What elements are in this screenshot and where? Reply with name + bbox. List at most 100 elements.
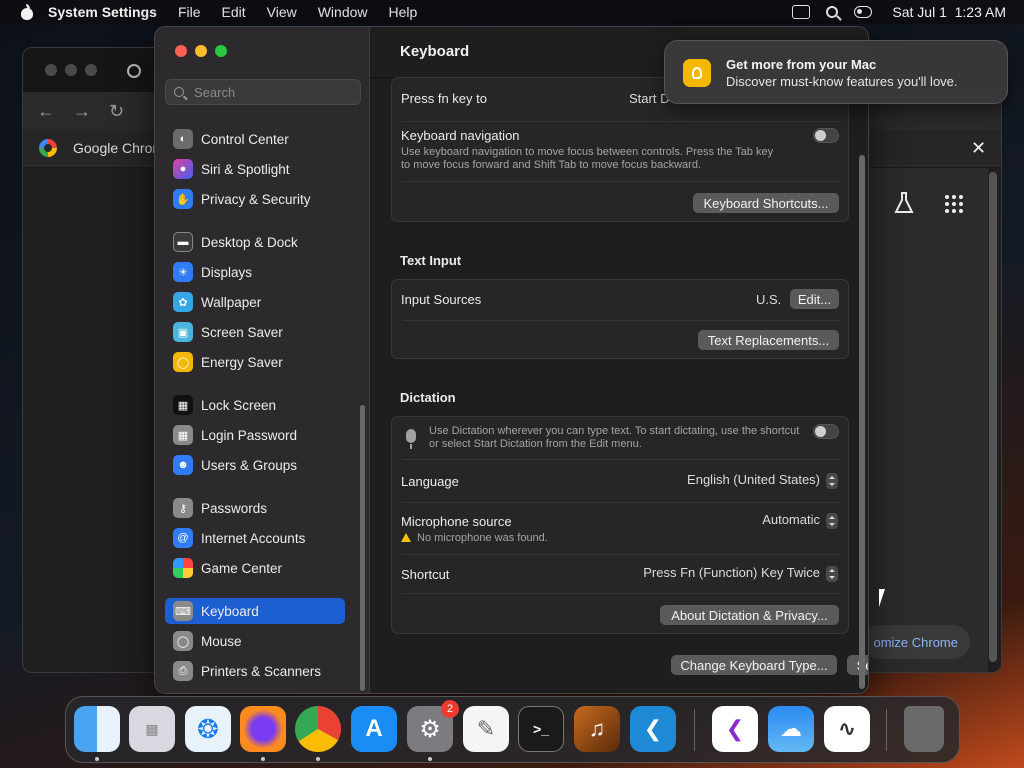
spotlight-icon[interactable] <box>826 6 839 18</box>
sidebar-item-internet-accounts[interactable]: @ Internet Accounts <box>165 525 345 551</box>
sidebar-item-label: Control Center <box>201 131 289 147</box>
sidebar-item-siri-spotlight[interactable]: ● Siri & Spotlight <box>165 156 345 182</box>
divider <box>402 593 840 594</box>
about-dictation-button[interactable]: About Dictation & Privacy... <box>660 605 839 625</box>
dock: ▩ ❂ A ⚙ 2 ✎ >_ ♫ ❮ ❮ ☁ ∿ <box>65 696 960 763</box>
warning-icon <box>401 533 411 542</box>
freeform-icon[interactable]: ∿ <box>824 706 870 752</box>
sidebar-item-users-groups[interactable]: ☻ Users & Groups <box>165 452 345 478</box>
menu-edit[interactable]: Edit <box>222 4 246 20</box>
dictation-toggle[interactable] <box>813 424 839 439</box>
sidebar-item-privacy-security[interactable]: ✋ Privacy & Security <box>165 186 345 212</box>
sidebar-item-screen-saver[interactable]: ▣ Screen Saver <box>165 319 345 345</box>
customize-chrome-button[interactable]: omize Chrome <box>862 625 970 659</box>
keyboard-shortcuts-button[interactable]: Keyboard Shortcuts... <box>693 193 839 213</box>
divider <box>402 181 840 182</box>
sidebar-item-energy-saver[interactable]: ◯ Energy Saver <box>165 349 345 375</box>
menu-help[interactable]: Help <box>389 4 418 20</box>
sidebar-item-label: Passwords <box>201 500 268 516</box>
microphone-warning-text: No microphone was found. <box>417 532 548 544</box>
sidebar-scrollbar[interactable] <box>360 405 365 691</box>
notification-body: Discover must-know features you'll love. <box>726 74 958 89</box>
app-store-icon[interactable]: A <box>351 706 397 752</box>
change-keyboard-type-button[interactable]: Change Keyboard Type... <box>671 655 837 675</box>
close-button[interactable] <box>175 45 187 57</box>
mouse-icon: ◯ <box>173 631 193 651</box>
sidebar-item-control-center[interactable]: ◐ Control Center <box>165 126 345 152</box>
sidebar-item-login-password[interactable]: ▦ Login Password <box>165 422 345 448</box>
firefox-icon[interactable] <box>240 706 286 752</box>
textedit-icon[interactable]: ✎ <box>463 706 509 752</box>
content-scrollbar[interactable] <box>859 155 865 689</box>
dock-icon: ▬ <box>173 232 193 252</box>
labs-flask-icon[interactable] <box>894 192 914 214</box>
sidebar-item-wallpaper[interactable]: ✿ Wallpaper <box>165 289 345 315</box>
chrome-icon[interactable] <box>295 706 341 752</box>
search-input[interactable] <box>194 84 354 100</box>
sidebar-item-game-center[interactable]: Game Center <box>165 555 345 581</box>
text-input-group: Input Sources U.S. Edit... Text Replacem… <box>391 279 849 359</box>
chrome-bookmark-label[interactable]: Google Chrom <box>73 140 164 156</box>
bulb-icon: ◯ <box>173 352 193 372</box>
sidebar-item-mouse[interactable]: ◯ Mouse <box>165 628 345 654</box>
sidebar-item-label: Keyboard <box>201 603 259 619</box>
menu-view[interactable]: View <box>267 4 297 20</box>
safari-icon[interactable]: ❂ <box>185 706 231 752</box>
search-field[interactable] <box>165 79 361 105</box>
key-icon: ⚷ <box>173 498 193 518</box>
sidebar-item-label: Displays <box>201 264 253 280</box>
zoom-button[interactable] <box>215 45 227 57</box>
input-sources-edit-button[interactable]: Edit... <box>790 289 839 309</box>
app-menu[interactable]: System Settings <box>48 4 157 20</box>
sidebar-item-desktop-dock[interactable]: ▬ Desktop & Dock <box>165 229 345 255</box>
language-label: Language <box>401 474 459 489</box>
window-controls <box>175 45 227 57</box>
dictation-group: Use Dictation wherever you can type text… <box>391 416 849 634</box>
menu-window[interactable]: Window <box>318 4 368 20</box>
at-icon: @ <box>173 528 193 548</box>
apps-grid-icon[interactable] <box>945 195 963 213</box>
set-up-keyboard-button[interactable]: Set Up Keyboard... <box>847 655 868 675</box>
forward-arrow-icon[interactable]: → <box>73 101 91 122</box>
microphone-source-label: Microphone source <box>401 514 512 529</box>
screensaver-icon: ▣ <box>173 322 193 342</box>
language-select[interactable]: English (United States) <box>632 472 838 489</box>
hand-icon: ✋ <box>173 189 193 209</box>
shortcut-select[interactable]: Press Fn (Function) Key Twice <box>592 565 838 582</box>
sidebar-item-printers-scanners[interactable]: ⎙ Printers & Scanners <box>165 658 345 684</box>
sidebar-item-keyboard[interactable]: ⌨ Keyboard <box>165 598 345 624</box>
vscode-icon[interactable]: ❮ <box>630 706 676 752</box>
input-sources-label: Input Sources <box>401 292 482 307</box>
weather-icon[interactable]: ☁ <box>768 706 814 752</box>
back-arrow-icon[interactable]: ← <box>37 101 55 122</box>
sidebar-item-label: Lock Screen <box>201 397 277 413</box>
microphone-source-select[interactable]: Automatic <box>692 512 838 529</box>
apple-menu-icon[interactable] <box>20 4 34 20</box>
sidebar-item-lock-screen[interactable]: ▦ Lock Screen <box>165 392 345 418</box>
sidebar-item-displays[interactable]: ☀ Displays <box>165 259 345 285</box>
dictation-desc-2: or select Start Dictation from the Edit … <box>429 438 642 450</box>
garageband-icon[interactable]: ♫ <box>574 706 620 752</box>
dock-separator <box>886 709 887 751</box>
menu-file[interactable]: File <box>178 4 201 20</box>
chrome-tab-icon[interactable] <box>127 64 141 78</box>
text-replacements-button[interactable]: Text Replacements... <box>698 330 839 350</box>
control-center-icon[interactable] <box>854 6 873 18</box>
popup-chevron-icon <box>826 565 838 582</box>
notification-banner[interactable]: Get more from your Mac Discover must-kno… <box>664 40 1008 104</box>
reload-icon[interactable]: ↻ <box>109 101 124 122</box>
trash-icon[interactable] <box>904 706 944 752</box>
launchpad-icon[interactable]: ▩ <box>129 706 175 752</box>
finder-icon[interactable] <box>74 706 120 752</box>
screen-mirroring-icon[interactable] <box>792 5 811 19</box>
keyboard-navigation-toggle[interactable] <box>813 128 839 143</box>
chrome-close-icon[interactable]: ✕ <box>971 138 986 159</box>
chrome-scrollbar[interactable] <box>989 172 997 662</box>
keyboard-navigation-label: Keyboard navigation <box>401 128 520 143</box>
visual-studio-icon[interactable]: ❮ <box>712 706 758 752</box>
system-settings-icon[interactable]: ⚙ 2 <box>407 700 459 752</box>
minimize-button[interactable] <box>195 45 207 57</box>
terminal-icon[interactable]: >_ <box>518 706 564 752</box>
sidebar-item-passwords[interactable]: ⚷ Passwords <box>165 495 345 521</box>
menubar-clock[interactable]: Sat Jul 1 1:23 AM <box>892 4 1006 20</box>
